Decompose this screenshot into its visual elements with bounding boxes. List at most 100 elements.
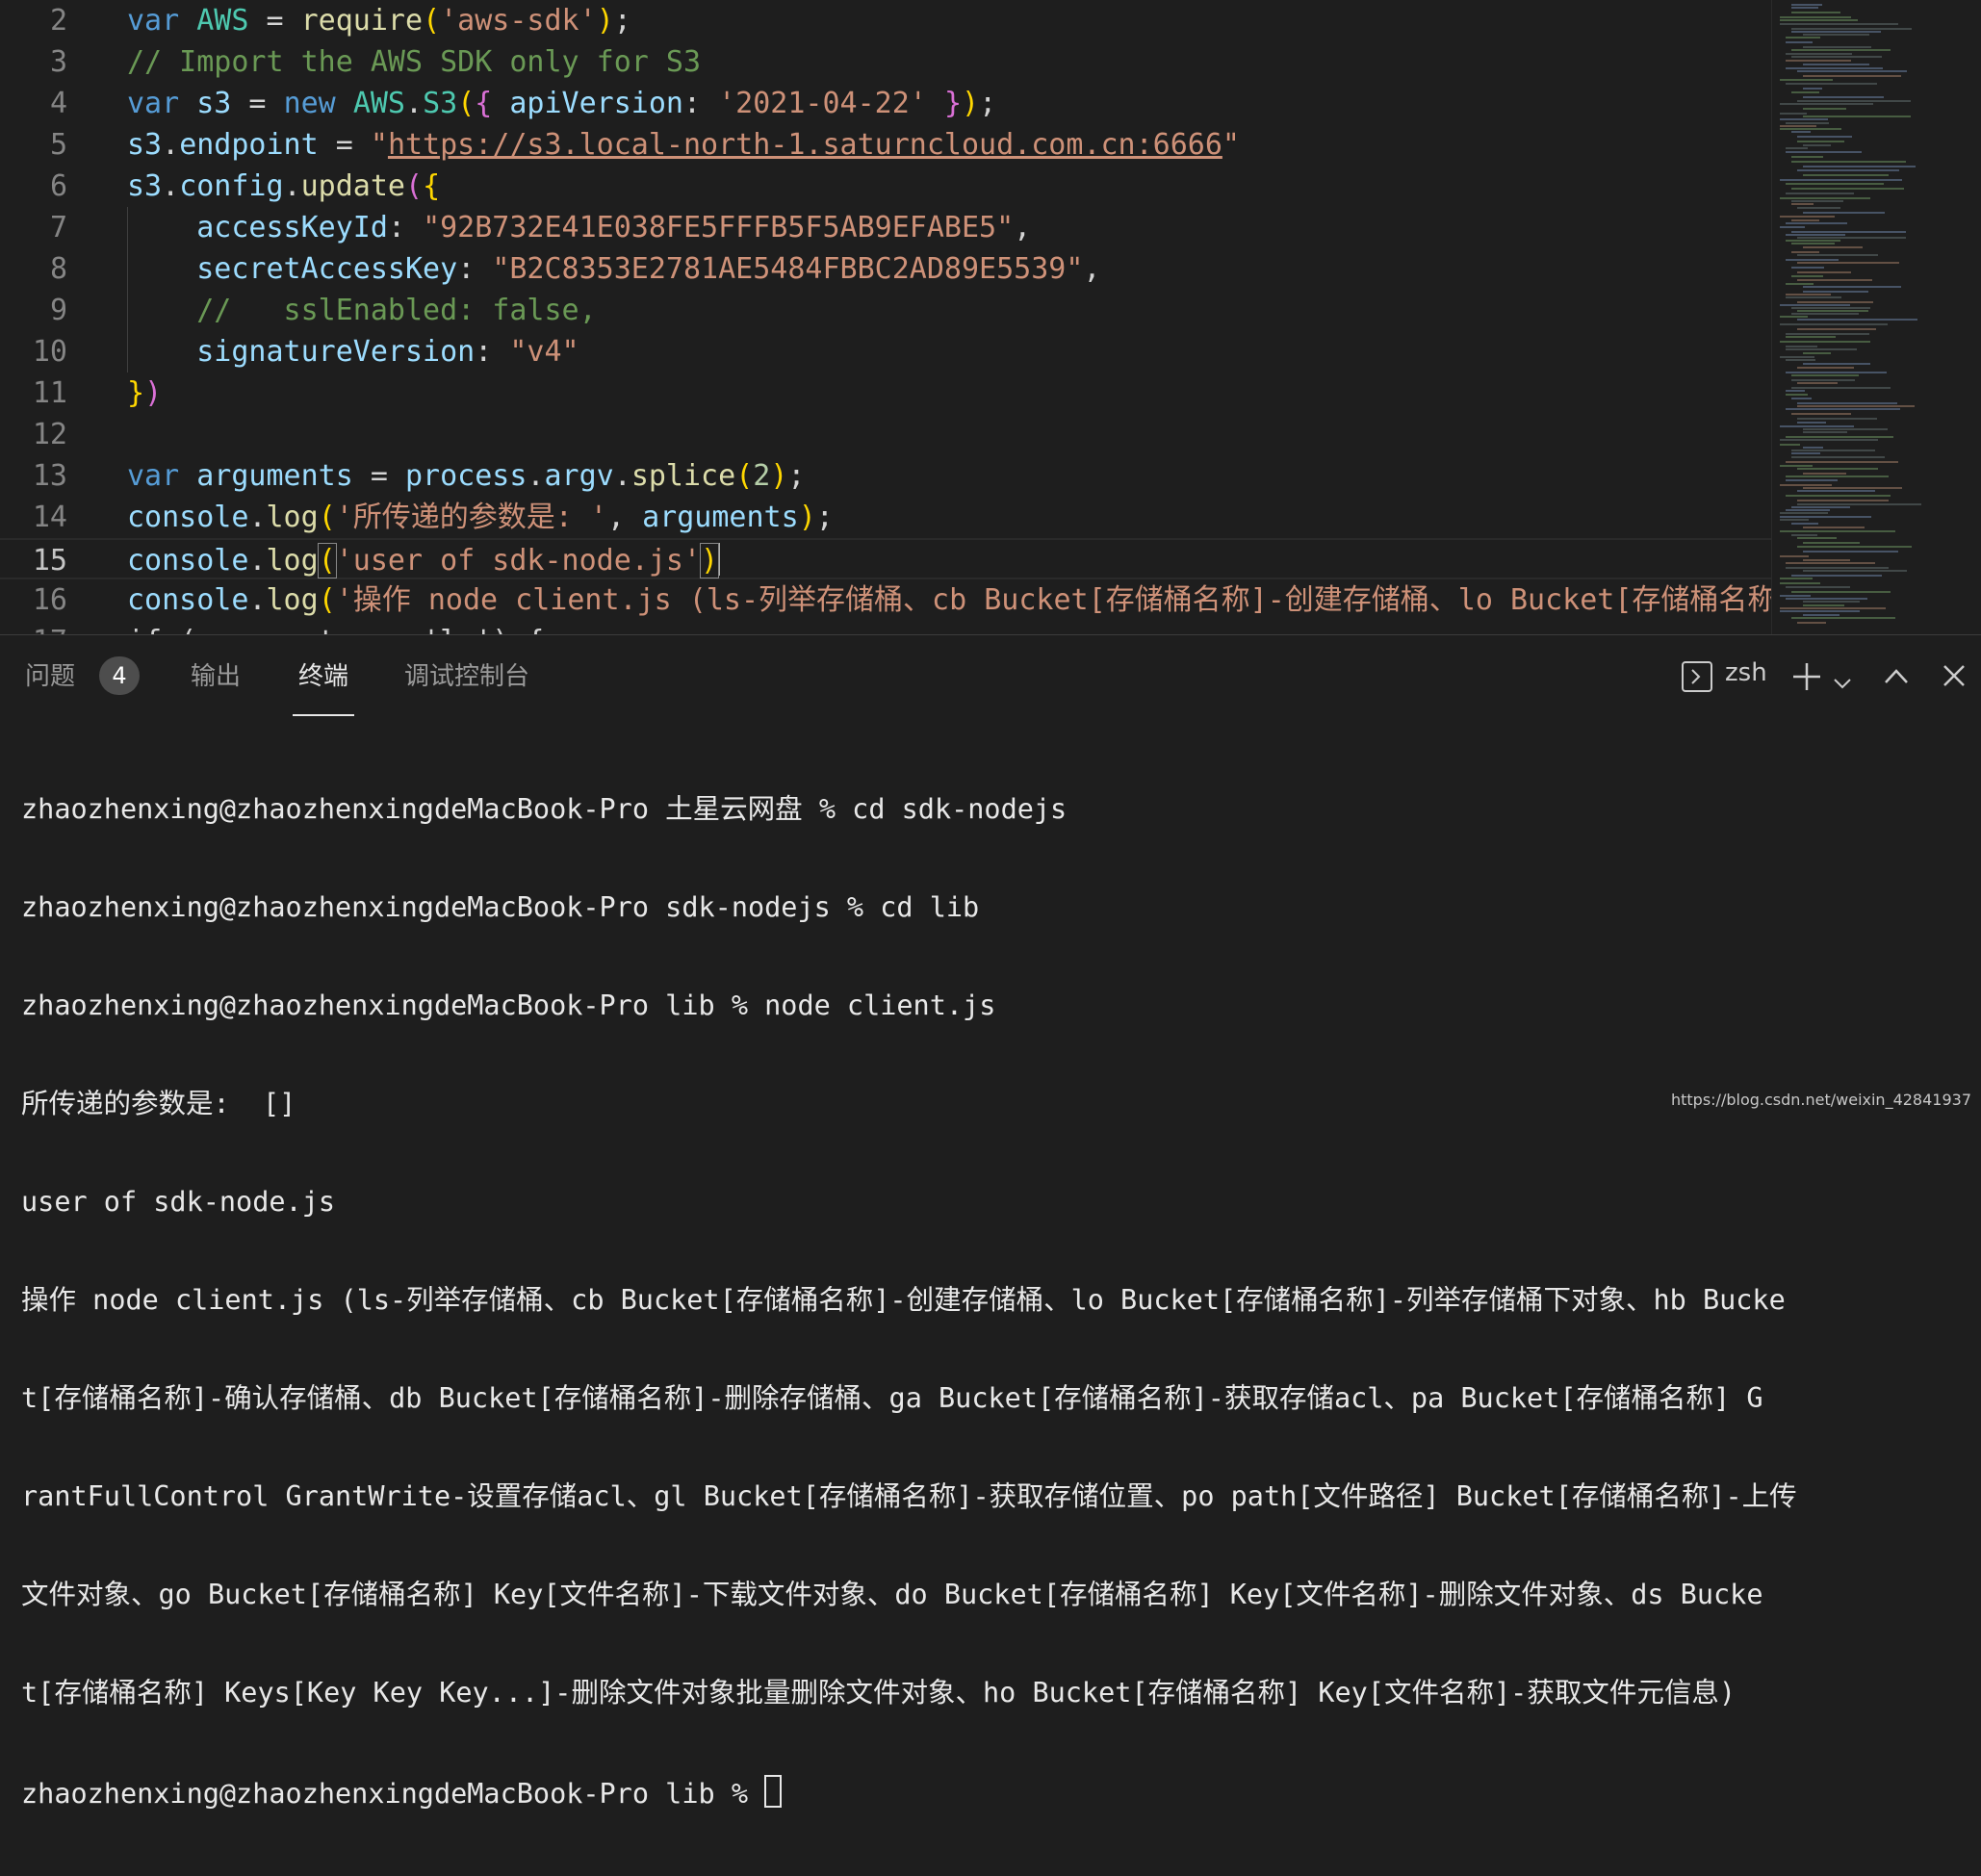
code-editor[interactable]: 2 var AWS = require('aws-sdk'); 3 // Imp… (0, 0, 1981, 634)
code-line[interactable]: 10 signatureVersion: "v4" (0, 331, 1771, 373)
code-line[interactable]: 17 if (arguments == 'ls') { (0, 621, 1771, 634)
code-line[interactable]: 8 secretAccessKey: "B2C8353E2781AE5484FB… (0, 248, 1771, 290)
minimap-line (1791, 452, 1820, 454)
minimap-line (1797, 402, 1897, 404)
terminal-line: 文件对象、go Bucket[存储桶名称] Key[文件名称]-下载文件对象、d… (21, 1579, 1763, 1610)
minimap-line (1797, 237, 1906, 239)
code-line[interactable]: 11 }) (0, 373, 1771, 414)
tab-terminal[interactable]: 终端 (298, 656, 348, 692)
minimap-line (1803, 601, 1860, 603)
minimap-line (1791, 374, 1859, 376)
minimap-line (1780, 439, 1878, 441)
minimap-line (1780, 444, 1800, 446)
minimap-line (1791, 200, 1843, 202)
code-line[interactable]: 2 var AWS = require('aws-sdk'); (0, 0, 1771, 41)
minimap-line (1791, 275, 1823, 277)
line-number: 10 (32, 335, 67, 369)
terminal-icon[interactable] (1681, 660, 1713, 700)
minimap-line (1786, 240, 1840, 242)
code-line[interactable]: 5 s3.endpoint = "https://s3.local-north-… (0, 124, 1771, 166)
terminal-line: 操作 node client.js (ls-列举存储桶、cb Bucket[存储… (21, 1284, 1786, 1316)
minimap-line (1797, 262, 1899, 264)
code-text: var AWS = require('aws-sdk'); (127, 4, 631, 38)
code-line[interactable]: 16 console.log('操作 node client.js (ls-列举… (0, 579, 1840, 621)
minimap-line (1780, 610, 1860, 612)
shell-label: zsh (1725, 658, 1767, 687)
minimap-line (1786, 436, 1893, 438)
line-number: 16 (32, 583, 67, 617)
code-line[interactable]: 14 console.log('所传递的参数是: ', arguments); (0, 497, 1771, 538)
minimap-line (1803, 473, 1846, 475)
minimap-line (1803, 116, 1911, 117)
minimap-line (1791, 49, 1891, 51)
line-number: 3 (49, 45, 67, 79)
minimap-line (1797, 279, 1872, 281)
tab-problems[interactable]: 问题 (25, 656, 75, 692)
minimap-line (1786, 234, 1845, 236)
minimap-line (1786, 509, 1830, 511)
problems-count-badge: 4 (99, 656, 140, 695)
minimap-line (1786, 147, 1808, 149)
minimap-line (1780, 226, 1805, 228)
minimap-line (1786, 41, 1813, 43)
code-line[interactable]: 6 s3.config.update({ (0, 166, 1771, 207)
code-line[interactable]: 7 accessKeyId: "92B732E41E038FE5FFFB5F5A… (0, 207, 1771, 248)
code-text: s3.config.update({ (127, 169, 441, 203)
minimap-line (1786, 53, 1852, 55)
code-text: console.log('操作 node client.js (ls-列举存储桶… (127, 583, 1840, 617)
minimap[interactable] (1771, 0, 1981, 634)
minimap-line (1803, 604, 1844, 606)
minimap-line (1803, 108, 1846, 110)
minimap-line (1797, 382, 1838, 384)
code-line[interactable]: 13 var arguments = process.argv.splice(2… (0, 455, 1771, 497)
minimap-line (1797, 537, 1837, 539)
tab-debug-console[interactable]: 调试控制台 (404, 656, 529, 692)
minimap-line (1797, 207, 1840, 209)
terminal-line: zhaozhenxing@zhaozhenxingdeMacBook-Pro 土… (21, 793, 1068, 825)
minimap-line (1791, 523, 1818, 525)
minimap-line (1791, 156, 1823, 158)
minimap-line (1797, 310, 1868, 312)
minimap-line (1786, 346, 1817, 347)
minimap-line (1780, 128, 1841, 130)
minimap-line (1791, 161, 1906, 163)
code-line[interactable]: 4 var s3 = new AWS.S3({ apiVersion: '202… (0, 83, 1771, 124)
code-line[interactable]: 12 (0, 414, 1771, 455)
tab-output[interactable]: 输出 (191, 656, 241, 692)
minimap-line (1780, 16, 1851, 18)
minimap-line (1786, 60, 1851, 62)
minimap-line (1803, 212, 1885, 214)
minimap-line (1780, 23, 1898, 25)
code-text: var s3 = new AWS.S3({ apiVersion: '2021-… (127, 87, 997, 120)
minimap-line (1803, 614, 1840, 616)
code-line-current[interactable]: 15 console.log('user of sdk-node.js') (0, 538, 1771, 579)
code-text: // sslEnabled: false, (127, 294, 597, 327)
terminal-prompt-line[interactable]: zhaozhenxing@zhaozhenxingdeMacBook-Pro l… (21, 1775, 1966, 1811)
minimap-line (1780, 465, 1813, 467)
minimap-line (1803, 174, 1889, 176)
minimap-line (1780, 216, 1835, 218)
minimap-line (1786, 359, 1815, 361)
terminal-prompt: zhaozhenxing@zhaozhenxingdeMacBook-Pro l… (21, 1778, 765, 1810)
minimap-line (1786, 567, 1889, 569)
minimap-line (1791, 413, 1851, 415)
minimap-line (1797, 405, 1915, 407)
line-number: 14 (32, 501, 67, 534)
code-line[interactable]: 9 // sslEnabled: false, (0, 290, 1771, 331)
line-number: 15 (32, 544, 67, 578)
terminal-output[interactable]: zhaozhenxing@zhaozhenxingdeMacBook-Pro 土… (21, 728, 1966, 1876)
close-icon[interactable] (1942, 664, 1966, 694)
minimap-line (1803, 166, 1916, 167)
chevron-down-icon[interactable] (1833, 668, 1852, 697)
terminal-cursor (764, 1775, 783, 1808)
minimap-line (1797, 254, 1878, 256)
minimap-line (1786, 122, 1829, 124)
minimap-line (1803, 527, 1865, 528)
bottom-panel: 问题 4 输出 终端 调试控制台 zsh zhaozhenxing@zhaozh… (0, 634, 1981, 1810)
minimap-line (1786, 479, 1838, 481)
minimap-line (1791, 251, 1819, 253)
chevron-up-icon[interactable] (1883, 664, 1910, 693)
code-line[interactable]: 3 // Import the AWS SDK only for S3 (0, 41, 1771, 83)
plus-icon[interactable] (1790, 660, 1823, 700)
code-text: secretAccessKey: "B2C8353E2781AE5484FBBC… (196, 252, 1101, 286)
